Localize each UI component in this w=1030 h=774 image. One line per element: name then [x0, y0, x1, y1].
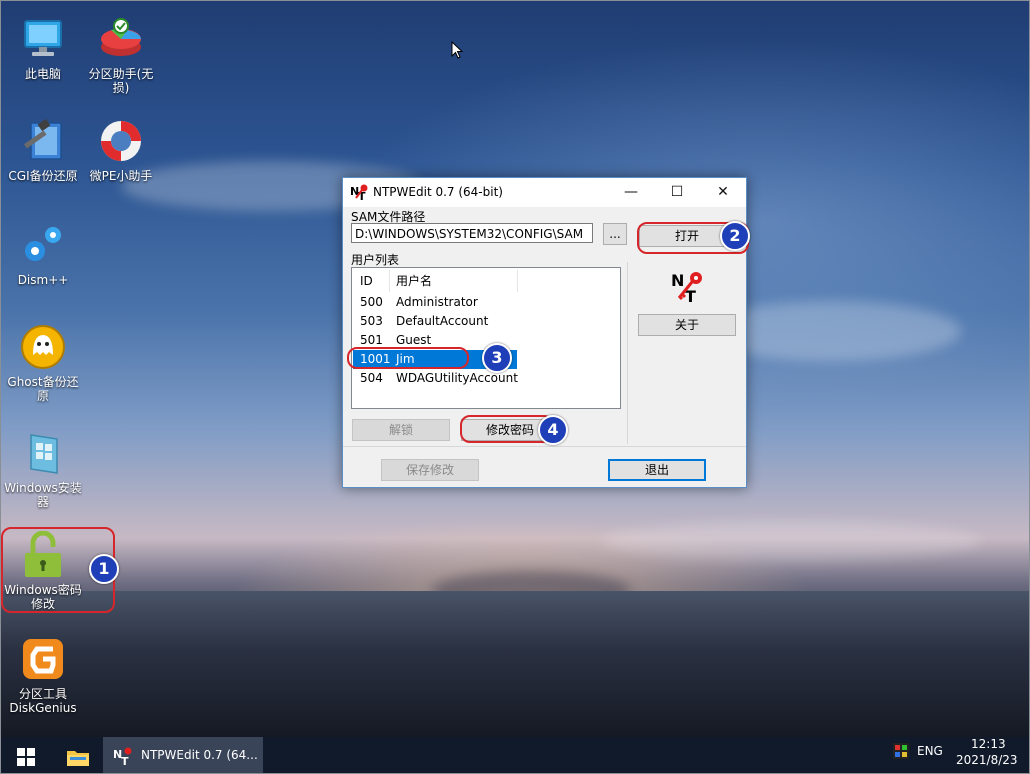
footer-divider — [343, 446, 746, 447]
window-titlebar[interactable]: N T NTPWEdit 0.7 (64-bit) — ☐ ✕ — [343, 178, 746, 207]
logo-letter-n: N — [671, 271, 684, 290]
cgi-backup-icon — [24, 118, 62, 160]
desktop-icon-ghost[interactable]: Ghost备份还原 — [3, 323, 83, 403]
taskbar-ntpwedit[interactable]: N T NTPWEdit 0.7 (64... — [103, 737, 263, 773]
desktop-icon-this-pc[interactable]: 此电脑 — [3, 15, 83, 81]
column-divider — [389, 270, 390, 292]
tray-app-icon[interactable] — [893, 743, 909, 759]
panel-divider — [627, 262, 628, 444]
user-list-label: 用户列表 — [351, 253, 400, 267]
gears-icon — [25, 227, 61, 261]
ntpwedit-taskbar-icon: N T — [113, 747, 132, 766]
windows-logo-icon — [17, 748, 35, 766]
start-button[interactable] — [1, 737, 53, 773]
user-id: 500 — [360, 295, 383, 309]
desktop-icon-wepe-helper[interactable]: 微PE小助手 — [81, 117, 161, 183]
window-title: NTPWEdit 0.7 (64-bit) — [373, 185, 503, 199]
table-row[interactable]: 500 Administrator — [353, 293, 619, 312]
clock-date[interactable]: 2021/8/23 — [956, 753, 1018, 767]
exit-button[interactable]: 退出 — [608, 459, 706, 481]
folder-icon — [67, 751, 89, 766]
taskbar[interactable]: N T NTPWEdit 0.7 (64... ENG 12:13 2021/8… — [1, 737, 1029, 773]
column-divider — [517, 270, 518, 292]
user-id: 504 — [360, 371, 383, 385]
minimize-button[interactable]: — — [608, 178, 654, 207]
user-name: Administrator — [396, 295, 478, 309]
user-name: DefaultAccount — [396, 314, 489, 328]
ghost-icon — [21, 325, 65, 369]
column-header-username[interactable]: 用户名 — [396, 270, 432, 292]
browse-button[interactable]: ... — [603, 223, 627, 245]
taskbar-file-explorer[interactable] — [53, 737, 103, 773]
desktop-icon-diskgenius[interactable]: 分区工具DiskGenius — [3, 635, 83, 715]
maximize-button[interactable]: ☐ — [654, 178, 700, 207]
annotation-box-3 — [347, 347, 469, 369]
sea — [1, 591, 1029, 737]
partition-assistant-icon — [101, 18, 141, 56]
table-row[interactable]: 504 WDAGUtilityAccount — [353, 369, 619, 388]
table-row[interactable]: 503 DefaultAccount — [353, 312, 619, 331]
svg-text:T: T — [121, 755, 129, 766]
desktop-icon-dism[interactable]: Dism++ — [3, 221, 83, 287]
user-id: 503 — [360, 314, 383, 328]
taskbar-app-label: NTPWEdit 0.7 (64... — [141, 748, 258, 762]
clock-time[interactable]: 12:13 — [971, 737, 1006, 751]
column-header-id[interactable]: ID — [360, 270, 373, 292]
step-badge-2: 2 — [720, 221, 750, 251]
step-badge-3: 3 — [482, 343, 512, 373]
step-badge-1: 1 — [89, 554, 119, 584]
desktop-icon-cgi-backup[interactable]: CGI备份还原 — [3, 117, 83, 183]
lifebuoy-icon — [101, 121, 141, 161]
save-changes-button[interactable]: 保存修改 — [381, 459, 479, 481]
sam-path-input[interactable]: D:\WINDOWS\SYSTEM32\CONFIG\SAM — [351, 223, 593, 243]
desktop-icon-label: 分区助手(无损) — [88, 67, 154, 95]
diskgenius-icon — [23, 639, 63, 679]
desktop-icon-label: 分区工具DiskGenius — [9, 687, 77, 715]
about-button[interactable]: 关于 — [638, 314, 736, 336]
step-badge-4: 4 — [538, 415, 568, 445]
nt-key-logo-icon: N T — [671, 271, 702, 304]
desktop-icon-windows-installer[interactable]: Windows安装器 — [3, 429, 83, 509]
desktop-icon-label: 微PE小助手 — [89, 169, 153, 183]
desktop-icon-label: CGI备份还原 — [8, 169, 78, 183]
unlock-button[interactable]: 解锁 — [352, 419, 450, 441]
computer-icon — [24, 20, 62, 56]
windows-installer-icon — [30, 434, 58, 474]
desktop-icon-label: Ghost备份还原 — [7, 375, 79, 403]
desktop-icon-label: Dism++ — [17, 273, 69, 287]
mouse-cursor-icon — [451, 41, 463, 59]
ntpwedit-app-icon: N T — [350, 184, 368, 201]
user-list[interactable]: ID 用户名 500 Administrator 503 DefaultAcco… — [351, 267, 621, 409]
desktop-icon-label: Windows安装器 — [4, 481, 82, 509]
desktop-icon-label: 此电脑 — [24, 67, 61, 81]
desktop-icon-partition-assistant[interactable]: 分区助手(无损) — [81, 15, 161, 95]
language-indicator[interactable]: ENG — [917, 744, 943, 758]
screen: 此电脑 分区助手(无损) CGI备份还原 微PE小助手 Dism++ Ghost… — [0, 0, 1030, 774]
close-button[interactable]: ✕ — [700, 178, 746, 207]
